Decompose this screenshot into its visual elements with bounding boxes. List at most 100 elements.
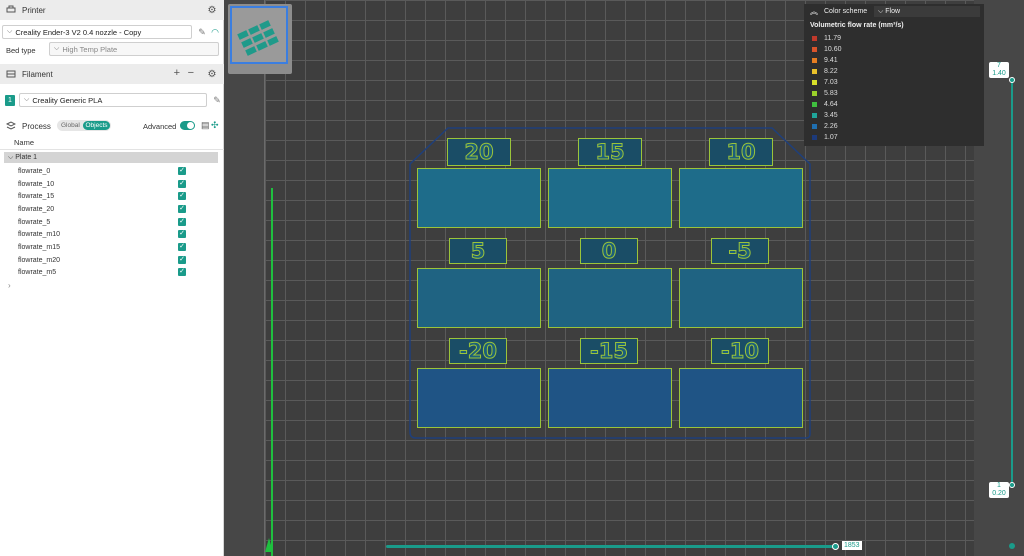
printer-settings-gear-icon[interactable]: ⚙ [206,4,218,16]
model-label-m10: -10 [711,338,769,364]
model-label-0: 0 [580,238,638,264]
legend-item: 5.83 [812,88,838,98]
layer-slider-top-handle[interactable] [1009,77,1015,83]
z-axis-arrow-icon [265,538,273,552]
legend-swatch [812,90,817,96]
chevron-down-icon: ⌵ [54,45,60,52]
left-panel: Printer ⚙ ⌵ Creality Ender-3 V2 0.4 nozz… [0,0,224,556]
calibration-block [548,368,672,428]
checkbox-checked-icon[interactable]: ✓ [178,268,186,277]
list-item[interactable]: flowrate_15 ✓ [0,190,224,203]
remove-filament-minus-icon[interactable]: − [188,67,194,79]
process-table-icon[interactable]: ▤ [201,120,210,131]
wifi-icon[interactable]: ◠ [210,27,220,37]
checkbox-checked-icon[interactable]: ✓ [178,218,186,227]
model-label-20: 20 [447,138,511,166]
legend-item: 10.60 [812,44,842,54]
chevron-right-icon[interactable]: › [8,281,11,290]
column-name-header: Name [14,138,35,147]
checkbox-checked-icon[interactable]: ✓ [178,256,186,265]
bed-type-label: Bed type [6,46,36,55]
list-item[interactable]: flowrate_5 ✓ [0,216,224,229]
checkbox-checked-icon[interactable]: ✓ [178,192,186,201]
filament-preset-value: Creality Generic PLA [32,95,103,105]
model-label-15: 15 [578,138,642,166]
color-scheme-panel: ︽ Color scheme ⌵ Flow Volumetric flow ra… [804,4,984,146]
color-scheme-select[interactable]: ⌵ Flow [874,6,980,17]
list-item[interactable]: flowrate_m20 ✓ [0,254,224,267]
legend-item: 3.45 [812,110,838,120]
advanced-toggle-switch[interactable] [180,121,195,130]
list-item[interactable]: flowrate_m5 ✓ [0,266,224,279]
filament-edit-icon[interactable]: ✎ [212,95,222,105]
calibration-block [548,268,672,328]
move-slider[interactable]: 1853 [386,541,862,550]
legend-item: 8.22 [812,66,838,76]
model-label-m15: -15 [580,338,638,364]
layer-slider-top-label: 7 1.40 [989,62,1009,78]
list-item[interactable]: flowrate_m15 ✓ [0,241,224,254]
global-objects-toggle[interactable]: Global Objects [57,120,111,131]
legend-swatch [812,112,817,118]
filament-preset-select[interactable]: ⌵ Creality Generic PLA [19,93,207,107]
checkbox-checked-icon[interactable]: ✓ [178,243,186,252]
filament-section-title: Filament [22,69,53,79]
move-slider-track[interactable] [386,545,838,548]
selected-plate-frame [230,6,288,64]
list-item[interactable]: flowrate_0 ✓ [0,165,224,178]
checkbox-checked-icon[interactable]: ✓ [178,180,186,189]
process-settings-icon[interactable]: ✣ [211,120,219,131]
move-slider-handle[interactable] [832,543,839,550]
legend-swatch [812,35,817,41]
legend-item: 4.64 [812,99,838,109]
advanced-label: Advanced [143,122,177,131]
checkbox-checked-icon[interactable]: ✓ [178,230,186,239]
legend-swatch [812,57,817,63]
layer-slider-track[interactable] [1011,80,1013,485]
layer-slider-bottom-handle[interactable] [1009,482,1015,488]
legend-swatch [812,79,817,85]
list-item[interactable]: flowrate_20 ✓ [0,203,224,216]
legend-swatch [812,68,817,74]
calibration-block [679,368,803,428]
chevron-down-icon: ⌵ [878,8,884,15]
chevron-down-icon: ⌵ [24,96,30,103]
legend-swatch [812,101,817,107]
toggle-objects-option[interactable]: Objects [83,121,110,130]
process-section-header: Process Global Objects Advanced ▤ ✣ [0,116,224,136]
plate-row[interactable]: ⌵ Plate 1 [4,152,218,163]
layer-slider[interactable] [1009,60,1015,490]
calibration-block [417,168,541,228]
checkbox-checked-icon[interactable]: ✓ [178,205,186,214]
checkbox-checked-icon[interactable]: ✓ [178,167,186,176]
layer-slider-settings-dot[interactable] [1009,543,1015,549]
calibration-block [417,268,541,328]
list-item[interactable]: flowrate_m10 ✓ [0,228,224,241]
plate-preview-image [237,20,279,56]
list-item[interactable]: flowrate_10 ✓ [0,178,224,191]
toggle-global-option[interactable]: Global [61,121,80,130]
add-filament-plus-icon[interactable]: + [174,67,180,79]
filament-settings-gear-icon[interactable]: ⚙ [206,68,218,80]
calibration-block [679,168,803,228]
calibration-block [679,268,803,328]
bed-type-select[interactable]: ⌵ High Temp Plate [49,42,219,56]
legend-swatch [812,46,817,52]
printer-preset-select[interactable]: ⌵ Creality Ender-3 V2 0.4 nozzle - Copy [2,25,192,39]
filament-section-header: Filament + − ⚙ [0,64,224,84]
move-slider-value: 1853 [842,541,862,550]
collapse-chevron-up-icon[interactable]: ︽ [810,6,818,17]
legend-item: 9.41 [812,55,838,65]
color-scheme-label: Color scheme [824,7,868,15]
legend-swatch [812,134,817,140]
bed-type-value: High Temp Plate [62,44,118,54]
plate-name: Plate 1 [15,154,38,161]
filament-icon [6,70,16,78]
object-list-header: Name [0,136,224,150]
legend-title: Volumetric flow rate (mm³/s) [810,22,904,29]
filament-slot-badge: 1 [5,95,15,106]
model-label-m20: -20 [449,338,507,364]
plate-thumbnail[interactable] [228,4,292,74]
process-section-title: Process [22,121,51,131]
printer-edit-icon[interactable]: ✎ [197,27,207,37]
